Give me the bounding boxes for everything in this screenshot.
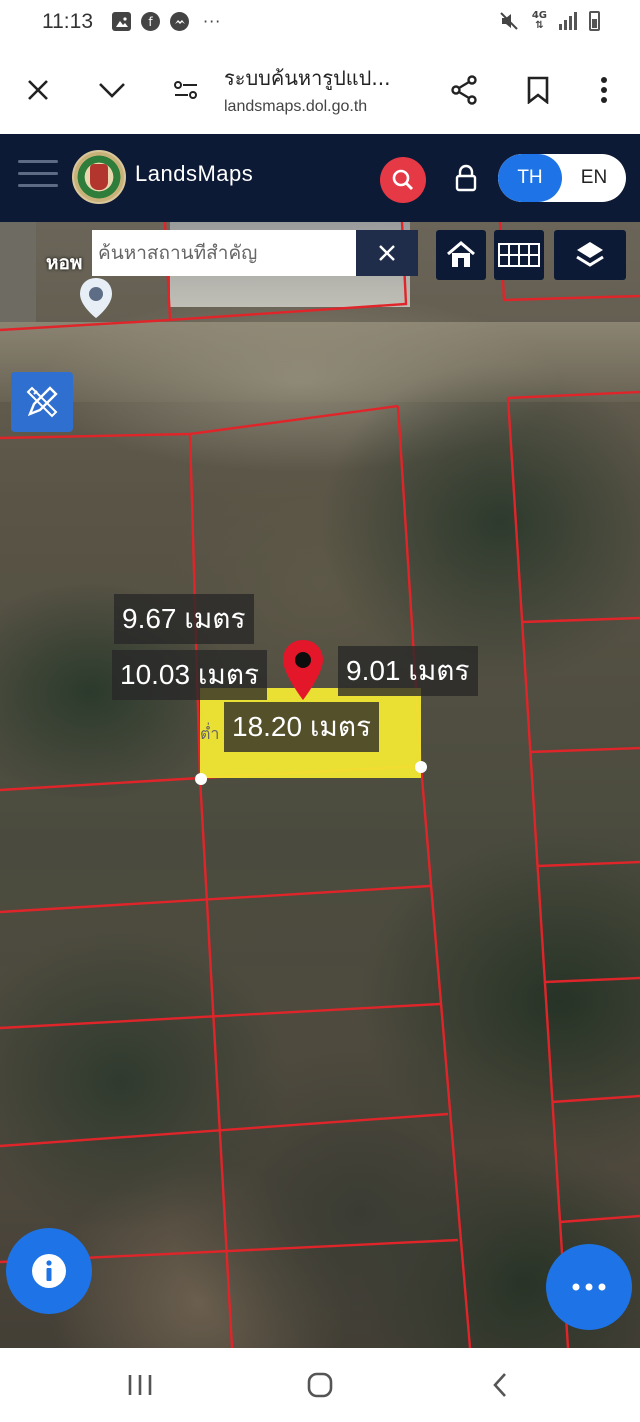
grid-icon — [498, 243, 540, 267]
app-header: LandsMaps TH EN — [0, 134, 640, 222]
status-time: 11:13 — [42, 10, 93, 33]
status-bar: 11:13 f ··· 4G ⇅ — [0, 0, 640, 46]
recent-apps-icon — [128, 1375, 152, 1395]
clear-search-button[interactable] — [356, 230, 418, 276]
url-block[interactable]: ระบบค้นหารูปแป... landsmaps.dol.go.th — [224, 62, 434, 116]
measurement-top: 9.67 เมตร — [114, 594, 254, 644]
more-horizontal-icon — [572, 1283, 606, 1291]
site-settings-button[interactable] — [164, 68, 208, 112]
more-actions-button[interactable] — [546, 1244, 632, 1330]
close-icon — [379, 245, 395, 261]
parcel-number: ต่ำ — [200, 724, 220, 743]
more-vertical-icon — [601, 77, 607, 103]
menu-icon[interactable] — [18, 160, 58, 196]
info-button[interactable] — [6, 1228, 92, 1314]
system-icons: 4G ⇅ — [498, 10, 600, 32]
search-button[interactable] — [380, 157, 426, 203]
more-options-button[interactable] — [582, 68, 626, 112]
minimize-tab-button[interactable] — [90, 68, 134, 112]
lang-th-button[interactable]: TH — [498, 154, 562, 202]
bookmark-button[interactable] — [516, 68, 560, 112]
more-notifications: ··· — [203, 12, 222, 31]
measurement-bottom: 18.20 เมตร — [224, 702, 380, 752]
parcel-boundaries — [0, 222, 640, 1348]
measurement-right: 9.01 เมตร — [338, 646, 478, 696]
poi-marker-icon[interactable] — [76, 276, 116, 320]
layers-icon — [576, 242, 604, 267]
share-button[interactable] — [442, 68, 486, 112]
url-host: landsmaps.dol.go.th — [224, 98, 368, 115]
close-tab-button[interactable] — [16, 68, 60, 112]
site-settings-icon — [174, 81, 197, 99]
home-icon — [447, 241, 475, 267]
home-view-button[interactable] — [436, 230, 486, 280]
grid-button[interactable] — [494, 230, 544, 280]
poi-label: หอพ — [46, 252, 83, 274]
browser-toolbar: ระบบค้นหารูปแป... landsmaps.dol.go.th — [0, 46, 640, 134]
parcel-vertex — [415, 761, 427, 773]
draw-measure-button[interactable] — [11, 372, 73, 432]
signal-icon — [559, 12, 577, 30]
share-icon — [451, 75, 477, 105]
parcel-vertex — [195, 773, 207, 785]
place-search-box — [92, 230, 356, 276]
map-view[interactable]: ต่ำ 9.67 เมตร 10.03 เมตร 9.01 เมตร 18.20… — [0, 222, 640, 1348]
notification-icons: f ··· — [112, 12, 221, 31]
lock-icon[interactable] — [454, 164, 478, 192]
page-title: ระบบค้นหารูปแป... — [224, 66, 391, 90]
location-pin-icon[interactable] — [280, 638, 326, 704]
home-nav-button[interactable] — [298, 1366, 342, 1404]
draw-tool-icon — [26, 386, 58, 418]
bookmark-icon — [527, 76, 549, 104]
back-icon — [493, 1373, 506, 1397]
layers-button[interactable] — [554, 230, 626, 280]
brand-name: LandsMaps — [135, 161, 254, 186]
network-type: 4G ⇅ — [531, 10, 547, 31]
messenger-icon — [170, 12, 189, 31]
gallery-icon — [112, 12, 131, 31]
recent-apps-button[interactable] — [118, 1366, 162, 1404]
language-toggle: TH EN — [498, 154, 626, 202]
place-search-input[interactable] — [98, 242, 356, 264]
lang-en-button[interactable]: EN — [562, 154, 626, 202]
facebook-icon: f — [141, 12, 160, 31]
close-icon — [28, 80, 48, 100]
system-nav-bar — [0, 1348, 640, 1422]
measurement-left: 10.03 เมตร — [112, 650, 268, 700]
mute-icon — [500, 12, 518, 30]
back-button[interactable] — [478, 1366, 522, 1404]
info-icon — [32, 1254, 66, 1288]
battery-icon — [589, 11, 600, 31]
search-icon — [392, 169, 413, 190]
home-nav-icon — [307, 1372, 333, 1398]
department-logo — [72, 150, 126, 204]
chevron-down-icon — [99, 83, 125, 98]
